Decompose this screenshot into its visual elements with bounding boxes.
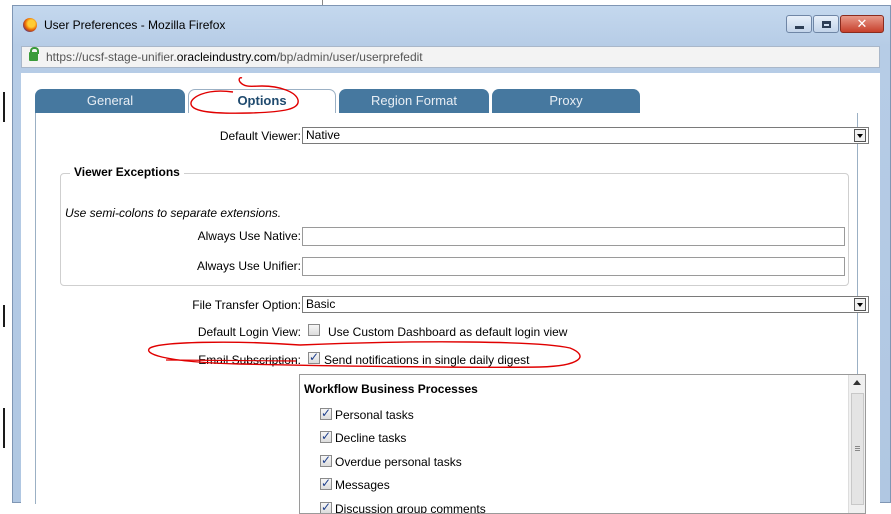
viewer-exceptions-hint: Use semi-colons to separate extensions.	[65, 206, 282, 220]
default-viewer-value: Native	[306, 128, 341, 142]
tab-general[interactable]: General	[35, 89, 185, 113]
always-unifier-label: Always Use Unifier:	[196, 259, 301, 273]
workflow-checkbox[interactable]	[320, 453, 332, 467]
background-mark	[3, 305, 5, 327]
email-subscription-label: Email Subscription:	[198, 353, 301, 367]
workflow-item-label[interactable]: Messages	[335, 478, 390, 492]
minimize-icon	[794, 25, 804, 29]
workflow-item-label[interactable]: Personal tasks	[335, 408, 414, 422]
background-left-edge	[0, 0, 12, 503]
workflow-checkbox[interactable]	[320, 429, 332, 443]
grip-icon	[855, 446, 860, 447]
workflow-item-label[interactable]: Discussion group comments	[335, 502, 486, 513]
window-controls: ✕	[786, 15, 884, 33]
close-icon: ✕	[856, 16, 868, 32]
email-subscription-checkbox[interactable]	[308, 350, 320, 364]
workflow-list[interactable]: Workflow Business Processes Personal tas…	[299, 374, 866, 514]
workflow-heading: Workflow Business Processes	[304, 382, 478, 396]
workflow-checkbox[interactable]	[320, 406, 332, 420]
tab-bar: General Options Region Format Proxy	[21, 73, 880, 113]
scroll-up-icon[interactable]	[853, 380, 861, 385]
title-bar[interactable]: User Preferences - Mozilla Firefox ✕	[13, 6, 890, 42]
tab-region-format[interactable]: Region Format	[339, 89, 489, 113]
background-mark	[3, 408, 5, 448]
email-subscription-checkbox-label[interactable]: Send notifications in single daily diges…	[324, 353, 529, 367]
page-content: General Options Region Format Proxy Defa…	[21, 73, 880, 514]
file-transfer-label: File Transfer Option:	[192, 298, 301, 312]
browser-window: User Preferences - Mozilla Firefox ✕ htt…	[12, 5, 891, 514]
scroll-thumb[interactable]	[851, 393, 864, 505]
default-login-checkbox[interactable]	[308, 324, 320, 336]
chevron-down-icon[interactable]	[854, 129, 866, 142]
tab-proxy[interactable]: Proxy	[492, 89, 640, 113]
window-title: User Preferences - Mozilla Firefox	[44, 18, 226, 32]
firefox-icon	[23, 18, 37, 32]
workflow-checkbox[interactable]	[320, 500, 332, 513]
url-suffix: /bp/admin/user/userprefedit	[276, 50, 423, 64]
workflow-scrollbar[interactable]	[848, 375, 865, 513]
url-prefix: https://ucsf-stage-unifier.	[46, 50, 177, 64]
minimize-button[interactable]	[786, 15, 812, 33]
workflow-item-label[interactable]: Overdue personal tasks	[335, 455, 462, 469]
always-native-input[interactable]	[302, 227, 845, 246]
background-mark	[3, 92, 5, 122]
default-login-checkbox-label[interactable]: Use Custom Dashboard as default login vi…	[328, 325, 567, 339]
always-unifier-input[interactable]	[302, 257, 845, 276]
default-login-label: Default Login View:	[197, 325, 301, 339]
file-transfer-value: Basic	[306, 297, 336, 311]
url-bar[interactable]: https://ucsf-stage-unifier.oracleindustr…	[21, 46, 880, 68]
url-domain: oracleindustry.com	[176, 50, 277, 64]
chevron-down-icon[interactable]	[854, 298, 866, 311]
default-viewer-select[interactable]: Native	[302, 127, 869, 144]
maximize-button[interactable]	[813, 15, 839, 33]
url-text[interactable]: https://ucsf-stage-unifier.oracleindustr…	[46, 50, 423, 64]
maximize-icon	[821, 20, 831, 28]
lock-icon	[29, 47, 39, 61]
workflow-item-label[interactable]: Decline tasks	[335, 431, 406, 445]
default-viewer-label: Default Viewer:	[219, 129, 301, 143]
close-button[interactable]: ✕	[840, 15, 884, 33]
viewer-exceptions-title: Viewer Exceptions	[70, 165, 184, 179]
workflow-checkbox[interactable]	[320, 476, 332, 490]
tab-options[interactable]: Options	[188, 89, 336, 113]
always-native-label: Always Use Native:	[197, 229, 301, 243]
file-transfer-select[interactable]: Basic	[302, 296, 869, 313]
